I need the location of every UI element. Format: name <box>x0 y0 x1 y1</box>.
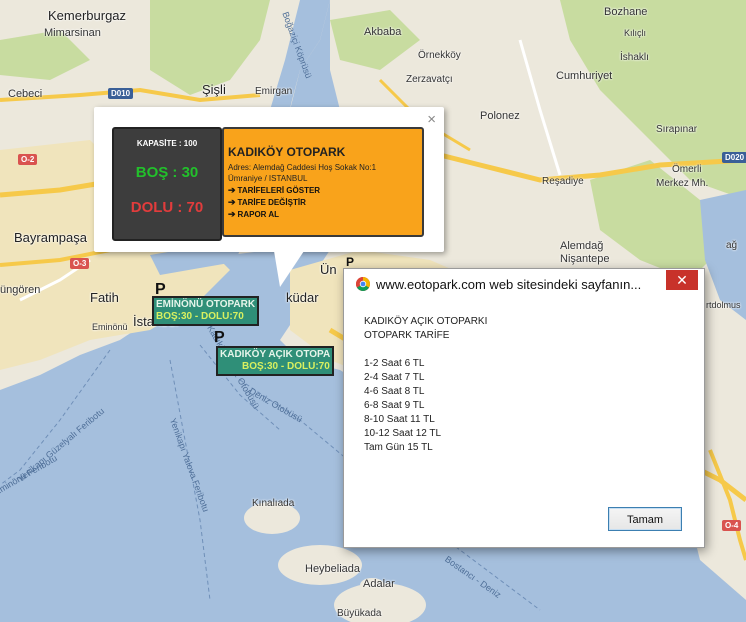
place-fatih: Fatih <box>90 290 119 305</box>
place-buyukada: Büyükada <box>337 608 382 619</box>
place-heybeliada: Heybeliada <box>305 563 361 575</box>
parking-marker-kadikoy[interactable]: P <box>214 330 225 346</box>
parking-name: KADIKÖY OTOPARK <box>228 145 346 159</box>
message-line <box>364 343 487 357</box>
map-info-window: × KAPASİTE : 100 BOŞ : 30 DOLU : 70 KADI… <box>94 107 444 287</box>
capacity-text: KAPASİTE : 100 <box>136 139 198 148</box>
parking-label-eminonu-status: BOŞ:30 - DOLU:70 <box>156 311 244 322</box>
place-bayrampasa: Bayrampaşa <box>14 230 87 245</box>
place-cumhuriyet: Cumhuriyet <box>556 70 613 82</box>
place-omerli: Ömerli <box>672 164 702 175</box>
free-spaces-text: BOŞ : 30 <box>135 164 199 181</box>
alert-dialog: www.eotopark.com web sitesindeki sayfanı… <box>343 268 705 548</box>
show-tariffs-link[interactable]: ➔ TARİFELERİ GÖSTER <box>228 185 422 196</box>
road-d020: D020 <box>722 152 746 163</box>
place-kemerburgaz: Kemerburgaz <box>48 8 127 23</box>
message-line: 6-8 Saat 9 TL <box>364 400 425 411</box>
message-line: 10-12 Saat 12 TL <box>364 428 442 439</box>
info-window-tail <box>274 251 304 287</box>
get-report-link[interactable]: ➔ RAPOR AL <box>228 209 422 220</box>
parking-address-line2: Ümraniye / ISTANBUL <box>228 174 308 183</box>
place-nisantepe: Nişantepe <box>560 253 610 265</box>
road-d010: D010 <box>108 88 134 99</box>
message-line: 8-10 Saat 11 TL <box>364 414 435 425</box>
place-alemdag: Alemdağ <box>560 240 604 252</box>
road-o3: O-3 <box>70 258 90 269</box>
place-sisli: Şişli <box>202 82 226 97</box>
place-ishakli: İshaklı <box>620 52 649 63</box>
place-kinaliada: Kınalıada <box>252 498 295 509</box>
place-ornekkoy: Örnekköy <box>418 50 461 61</box>
place-merkez: Merkez Mh. <box>656 178 709 189</box>
place-adalar: Adalar <box>363 578 395 590</box>
road-o4: O-4 <box>722 520 742 531</box>
place-bozhane: Bozhane <box>604 6 648 18</box>
arrow-right-icon: ➔ <box>228 209 236 219</box>
message-line: 4-6 Saat 8 TL <box>364 386 425 397</box>
ok-button[interactable]: Tamam <box>608 507 682 531</box>
place-mimarsinan: Mimarsinan <box>44 27 101 39</box>
dialog-titlebar[interactable]: www.eotopark.com web sitesindeki sayfanı… <box>344 269 702 299</box>
place-cebeci: Cebeci <box>8 88 43 100</box>
get-report-label: RAPOR AL <box>237 210 280 219</box>
parking-label-kadikoy-name: KADIKÖY AÇIK OTOPA <box>220 349 331 360</box>
place-kilicli: Kılıçlı <box>624 28 647 38</box>
show-tariffs-label: TARİFELERİ GÖSTER <box>237 186 321 195</box>
parking-label-kadikoy-status: BOŞ:30 - DOLU:70 <box>242 361 330 372</box>
place-zerzavatci: Zerzavatçı <box>406 74 453 85</box>
parking-label-eminonu[interactable]: EMİNÖNÜ OTOPARK BOŞ:30 - DOLU:70 <box>152 296 260 326</box>
occupancy-status-box: KAPASİTE : 100 BOŞ : 30 DOLU : 70 <box>112 127 222 241</box>
parking-label-kadikoy[interactable]: KADIKÖY AÇIK OTOPA BOŞ:30 - DOLU:70 <box>216 346 335 376</box>
change-tariff-label: TARİFE DEĞİŞTİR <box>237 198 306 207</box>
place-eminonu: Eminönü <box>92 322 128 332</box>
place-polonez: Polonez <box>480 110 520 122</box>
message-line: 1-2 Saat 6 TL <box>364 358 425 369</box>
parking-label-eminonu-name: EMİNÖNÜ OTOPARK <box>156 299 256 310</box>
message-line: OTOPARK TARİFE <box>364 330 450 341</box>
occupied-spaces-text: DOLU : 70 <box>130 199 204 216</box>
message-line: KADIKÖY AÇIK OTOPARKI <box>364 316 488 327</box>
place-kartal-partial: rtdolmus <box>706 300 741 310</box>
place-gaz-partial: ağ <box>726 240 738 251</box>
message-line: Tam Gün 15 TL <box>364 442 433 453</box>
arrow-right-icon: ➔ <box>228 185 236 195</box>
place-resadiye: Reşadiye <box>542 176 584 187</box>
info-window-close-icon[interactable]: × <box>427 112 436 127</box>
change-tariff-link[interactable]: ➔ TARİFE DEĞİŞTİR <box>228 197 422 208</box>
dialog-message: KADIKÖY AÇIK OTOPARKI OTOPARK TARİFE 1-2… <box>364 315 487 455</box>
place-umraniye: Ün <box>320 262 337 277</box>
dialog-close-button[interactable]: ✕ <box>666 270 698 290</box>
arrow-right-icon: ➔ <box>228 197 236 207</box>
message-line: 2-4 Saat 7 TL <box>364 372 425 383</box>
place-sirapinar: Sırapınar <box>656 124 698 135</box>
place-gungoren: üngören <box>0 284 41 296</box>
place-akbaba: Akbaba <box>364 26 402 38</box>
parking-details-box: KADIKÖY OTOPARK Adres: Alemdağ Caddesi H… <box>222 127 424 237</box>
dialog-title: www.eotopark.com web sitesindeki sayfanı… <box>376 277 642 292</box>
road-o2: O-2 <box>18 154 38 165</box>
parking-address-line1: Adres: Alemdağ Caddesi Hoş Sokak No:1 <box>228 163 377 172</box>
chrome-icon <box>356 277 370 291</box>
place-emirgan: Emirgan <box>255 86 293 97</box>
place-uskudar: küdar <box>286 290 319 305</box>
